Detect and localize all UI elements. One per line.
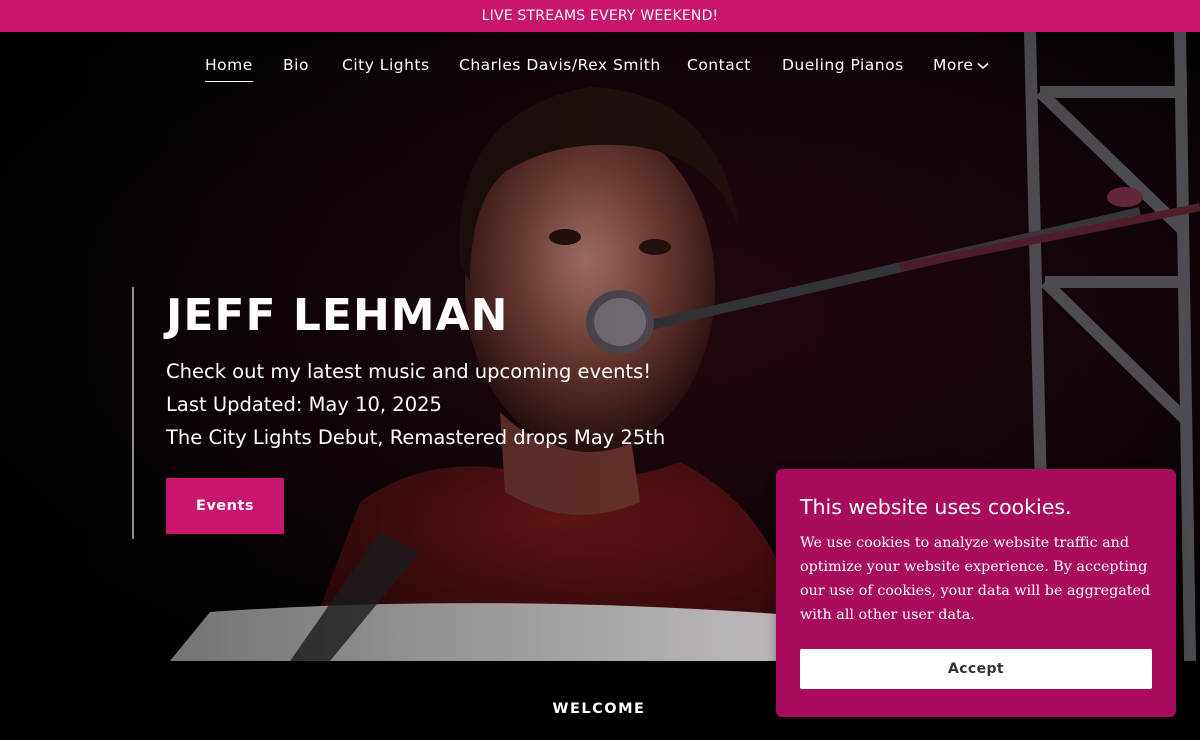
accept-cookies-button[interactable]: Accept (800, 649, 1152, 689)
hero-content: JEFF LEHMAN Check out my latest music an… (132, 287, 665, 539)
hero-line: The City Lights Debut, Remastered drops … (166, 426, 666, 449)
nav-item-city-lights[interactable]: City Lights (342, 56, 430, 74)
hero-line: Check out my latest music and upcoming e… (166, 360, 652, 383)
chevron-down-icon (977, 62, 989, 69)
cookie-title: This website uses cookies. (800, 495, 1072, 519)
nav-item-charles-davis-rex-smith[interactable]: Charles Davis/Rex Smith (459, 56, 661, 74)
announcement-text: LIVE STREAMS EVERY WEEKEND! (481, 8, 719, 24)
nav-item-more[interactable]: More (933, 56, 989, 74)
hero-title: JEFF LEHMAN (166, 290, 509, 341)
announcement-banner: LIVE STREAMS EVERY WEEKEND! (0, 0, 1200, 32)
welcome-title: WELCOME (552, 701, 646, 717)
hero-tagline: Check out my latest music and upcoming e… (166, 355, 665, 454)
nav-item-bio[interactable]: Bio (283, 56, 309, 74)
cookie-description: We use cookies to analyze website traffi… (800, 535, 1151, 623)
nav-item-contact[interactable]: Contact (687, 56, 751, 74)
nav-item-home[interactable]: Home (205, 56, 253, 82)
cookie-banner: This website uses cookies. We use cookie… (776, 469, 1176, 717)
events-button[interactable]: Events (166, 478, 284, 534)
nav-item-dueling-pianos[interactable]: Dueling Pianos (782, 56, 904, 74)
hero-line: Last Updated: May 10, 2025 (166, 393, 442, 416)
main-nav: Home Bio City Lights Charles Davis/Rex S… (0, 32, 1200, 98)
nav-item-more-label: More (933, 56, 974, 74)
